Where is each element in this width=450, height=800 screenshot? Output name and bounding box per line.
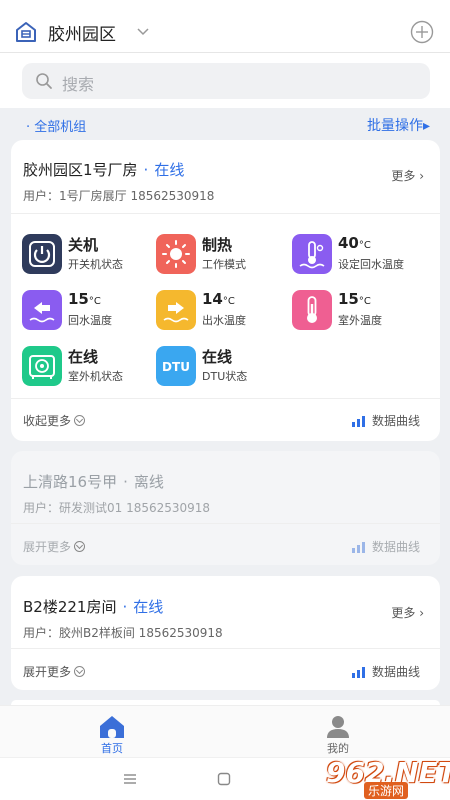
chevron-circle-icon [74, 541, 86, 552]
metric-outdoor-unit[interactable]: 在线 室外机状态 [22, 346, 158, 390]
device-title: B2楼221房间 · 在线 [23, 596, 163, 617]
expand-more-button[interactable]: 展开更多 [23, 663, 86, 680]
metric-value: 40°C [338, 234, 371, 252]
search-icon [36, 73, 52, 89]
status-dot: · [123, 473, 128, 491]
home-square-icon[interactable] [217, 772, 231, 786]
title-row: 胶州园区 [0, 14, 450, 50]
metric-value: 在线 [202, 348, 233, 366]
metric-value: 在线 [68, 348, 99, 366]
data-curve-button[interactable]: 数据曲线 [351, 538, 420, 555]
metric-value: 15°C [338, 290, 371, 308]
outlet-water-icon [156, 290, 196, 330]
metric-label: 设定回水温度 [338, 258, 404, 271]
status-dot: · [122, 598, 128, 616]
metric-label: 工作模式 [202, 258, 246, 271]
bar-chart-icon [351, 542, 365, 553]
metric-value: 14°C [202, 290, 235, 308]
menu-icon[interactable] [122, 772, 138, 786]
svg-text:DTU: DTU [162, 360, 190, 374]
watermark-sub: 乐游网 [364, 782, 409, 799]
metric-label: 开关机状态 [68, 258, 123, 271]
card-divider [11, 213, 440, 214]
add-circle-icon[interactable] [410, 20, 434, 44]
device-name: 上清路16号甲 [23, 473, 118, 491]
metric-value: 关机 [68, 236, 99, 254]
bar-chart-icon [351, 416, 365, 427]
status-badge: 在线 [133, 598, 164, 616]
home-icon [100, 716, 124, 738]
batch-operation-button[interactable]: 批量操作▸ [367, 115, 430, 135]
park-selector-label[interactable]: 胶州园区 [48, 20, 116, 45]
return-water-icon [22, 290, 62, 330]
outdoor-unit-icon [22, 346, 62, 386]
status-badge: 离线 [133, 473, 164, 491]
chevron-circle-icon [74, 415, 86, 426]
metric-label: 室外温度 [338, 314, 382, 327]
status-badge: 在线 [154, 161, 185, 179]
device-user: 用户：1号厂房展厅 18562530918 [23, 189, 215, 203]
chevron-down-icon[interactable] [136, 24, 150, 38]
bar-chart-icon [351, 667, 365, 678]
metric-set-return-temp[interactable]: 40°C 设定回水温度 [292, 234, 428, 278]
device-user: 用户：研发测试01 18562530918 [23, 501, 211, 515]
metric-value: 15°C [68, 290, 101, 308]
device-title: 上清路16号甲 · 离线 [23, 471, 164, 492]
collapse-more-button[interactable]: 收起更多 [23, 412, 86, 429]
bottom-tab-bar: 首页 我的 [0, 705, 450, 757]
metric-outdoor-temp[interactable]: 15°C 室外温度 [292, 290, 428, 334]
metric-label: 回水温度 [68, 314, 112, 327]
tab-label: 我的 [327, 742, 349, 755]
card-divider [11, 648, 440, 649]
metric-label: 室外机状态 [68, 370, 123, 383]
metric-mode[interactable]: 制热 工作模式 [156, 234, 292, 278]
metric-label: 出水温度 [202, 314, 246, 327]
metric-return-temp[interactable]: 15°C 回水温度 [22, 290, 158, 334]
more-button[interactable]: 更多 › [391, 604, 424, 621]
device-name: B2楼221房间 [23, 598, 117, 616]
tab-mine[interactable]: 我的 [308, 714, 368, 756]
metric-label: DTU状态 [202, 370, 248, 383]
power-icon [22, 234, 62, 274]
thermometer-icon [292, 290, 332, 330]
search-input[interactable]: 搜索 [22, 63, 430, 99]
device-user: 用户：胶州B2样板间 18562530918 [23, 626, 223, 640]
card-divider [11, 523, 440, 524]
tab-home[interactable]: 首页 [82, 714, 142, 756]
watermark: 962.NET 乐游网 [304, 756, 450, 799]
top-header: 胶州园区 搜索 [0, 0, 450, 108]
chevron-circle-icon [74, 666, 86, 677]
metric-power[interactable]: 关机 开关机状态 [22, 234, 158, 278]
data-curve-button[interactable]: 数据曲线 [351, 663, 420, 680]
metric-value: 制热 [202, 236, 233, 254]
device-card[interactable]: 上清路16号甲 · 离线 用户：研发测试01 18562530918 展开更多 数据… [11, 451, 440, 565]
device-name: 胶州园区1号厂房 [23, 161, 138, 179]
search-placeholder: 搜索 [62, 75, 95, 94]
all-groups-filter[interactable]: · 全部机组 [26, 116, 86, 135]
expand-more-button[interactable]: 展开更多 [23, 538, 86, 555]
metric-outlet-temp[interactable]: 14°C 出水温度 [156, 290, 292, 334]
device-card[interactable]: B2楼221房间 · 在线 更多 › 用户：胶州B2样板间 18562530918 … [11, 576, 440, 690]
sun-icon [156, 234, 196, 274]
device-card[interactable]: 胶州园区1号厂房 · 在线 更多 › 用户：1号厂房展厅 18562530918 关… [11, 140, 440, 441]
metric-dtu[interactable]: DTU 在线 DTU状态 [156, 346, 292, 390]
user-icon [327, 716, 349, 738]
status-dot: · [143, 161, 149, 179]
set-temp-icon [292, 234, 332, 274]
device-title: 胶州园区1号厂房 · 在线 [23, 159, 184, 180]
dtu-icon: DTU [156, 346, 196, 386]
tab-label: 首页 [101, 742, 123, 755]
data-curve-button[interactable]: 数据曲线 [351, 412, 420, 429]
header-divider [0, 52, 450, 53]
home-building-icon[interactable] [14, 20, 38, 44]
card-divider [11, 398, 440, 399]
more-button[interactable]: 更多 › [391, 167, 424, 184]
